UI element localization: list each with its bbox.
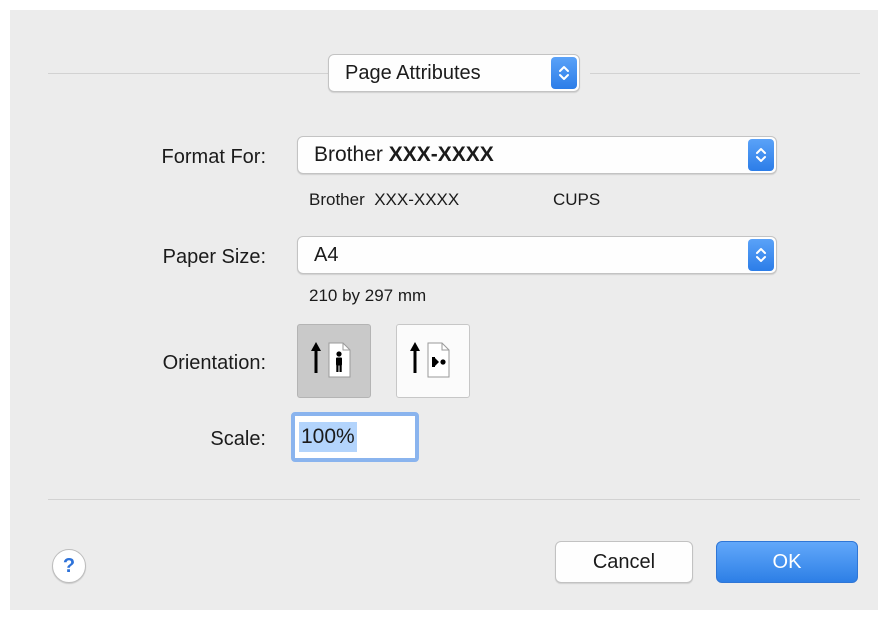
paper-dimensions-text: 210 by 297 mm [309,286,427,305]
cancel-button[interactable]: Cancel [555,541,693,583]
format-for-value-model: XXX-XXXX [388,143,494,166]
landscape-orientation-button[interactable] [396,324,470,398]
paper-size-label: Paper Size: [162,246,266,268]
portrait-orientation-icon [304,329,364,394]
format-for-value: Brother XXX-XXXX [314,137,494,173]
paper-size-value: A4 [314,244,339,266]
scale-input[interactable]: 100% [291,412,419,462]
paper-size-popup[interactable]: A4 [297,236,777,274]
chevron-updown-icon [748,139,774,171]
ok-button[interactable]: OK [716,541,858,583]
help-button[interactable]: ? [52,549,86,583]
section-popup-value: Page Attributes [345,62,481,84]
section-divider-left [48,73,328,74]
scale-input-value: 100% [299,422,357,452]
landscape-orientation-icon [403,329,463,394]
page-setup-dialog: Page Attributes Format For: Brother XXX-… [10,10,878,610]
chevron-updown-icon [551,57,577,89]
format-for-value-prefix: Brother [314,143,383,166]
printer-name-text: Brother XXX-XXXX [309,190,460,209]
portrait-orientation-button[interactable] [297,324,371,398]
footer-divider [48,499,860,500]
chevron-updown-icon [748,239,774,271]
section-divider-right [590,73,860,74]
format-for-label: Format For: [161,146,266,168]
printer-driver-text: CUPS [553,190,601,209]
section-popup-button[interactable]: Page Attributes [328,54,580,92]
format-for-popup[interactable]: Brother XXX-XXXX [297,136,777,174]
scale-label: Scale: [210,428,266,450]
orientation-label: Orientation: [162,352,266,374]
